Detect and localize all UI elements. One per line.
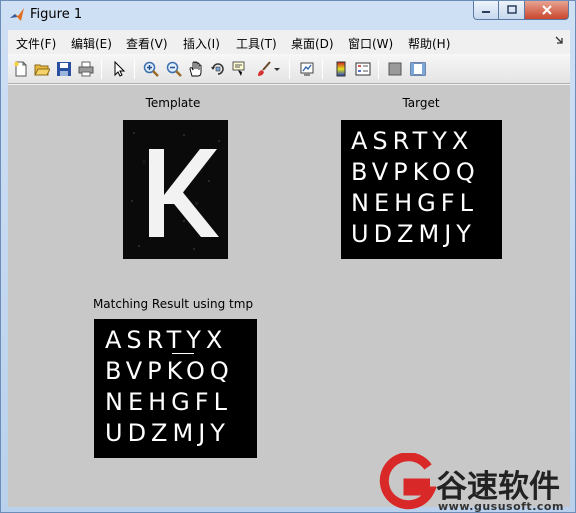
watermark-url: www.gususoft.com xyxy=(438,500,564,513)
menu-bar: 文件(F) 编辑(E) 查看(V) 插入(I) 工具(T) 桌面(D) 窗口(W… xyxy=(8,30,570,54)
template-title: Template xyxy=(145,96,201,110)
open-file-icon[interactable] xyxy=(32,59,52,79)
print-icon[interactable] xyxy=(76,59,96,79)
gususoft-logo-icon xyxy=(378,452,438,511)
pointer-icon[interactable] xyxy=(109,59,129,79)
result-letter-grid: ASRTYX BVPKOQ NEHGFL UDZMJY xyxy=(105,325,234,449)
pan-hand-icon[interactable] xyxy=(186,59,206,79)
menu-help[interactable]: 帮助(H) xyxy=(408,35,450,52)
menu-window[interactable]: 窗口(W) xyxy=(348,35,393,52)
window-title: Figure 1 xyxy=(30,7,83,22)
match-marker xyxy=(172,353,194,354)
target-row: BVPKOQ xyxy=(351,158,480,186)
menu-file[interactable]: 文件(F) xyxy=(16,35,56,52)
dock-arrow-icon[interactable] xyxy=(554,34,564,48)
template-letter-k xyxy=(123,120,228,259)
client-area: 文件(F) 编辑(E) 查看(V) 插入(I) 工具(T) 桌面(D) 窗口(W… xyxy=(8,30,570,507)
result-row: NEHGFL xyxy=(105,388,232,416)
target-title: Target xyxy=(402,96,440,110)
menu-desktop[interactable]: 桌面(D) xyxy=(291,35,334,52)
figure-canvas: Template Target ASRTYX BVPKOQ NEHGFL UDZ… xyxy=(8,85,570,507)
result-row: ASRTYX xyxy=(105,326,228,354)
legend-icon[interactable] xyxy=(353,59,373,79)
target-row: UDZMJY xyxy=(351,220,476,248)
watermark: 谷速软件 www.gususoft.com xyxy=(378,452,576,513)
target-row: NEHGFL xyxy=(351,189,478,217)
maximize-button[interactable] xyxy=(499,1,525,20)
save-icon[interactable] xyxy=(54,59,74,79)
minimize-button[interactable] xyxy=(473,1,499,20)
result-title: Matching Result using tmp xyxy=(92,297,254,311)
menu-insert[interactable]: 插入(I) xyxy=(183,35,220,52)
target-letter-grid: ASRTYX BVPKOQ NEHGFL UDZMJY xyxy=(351,126,480,250)
result-image: ASRTYX BVPKOQ NEHGFL UDZMJY xyxy=(94,319,257,458)
toolbar-separator xyxy=(322,59,323,79)
result-row: UDZMJY xyxy=(105,419,230,447)
template-image xyxy=(123,120,228,259)
menu-tools[interactable]: 工具(T) xyxy=(236,35,277,52)
figure-window: Figure 1 文件(F) 编辑(E) 查看(V) 插入(I) 工具(T) 桌… xyxy=(0,0,576,513)
menu-view[interactable]: 查看(V) xyxy=(126,35,168,52)
target-row: ASRTYX xyxy=(351,127,474,155)
menu-edit[interactable]: 编辑(E) xyxy=(71,35,112,52)
close-button[interactable] xyxy=(525,1,569,20)
title-bar[interactable]: Figure 1 xyxy=(1,1,575,29)
matlab-logo-icon xyxy=(9,7,25,23)
show-plot-tools-icon[interactable] xyxy=(408,59,428,79)
zoom-in-icon[interactable] xyxy=(141,59,161,79)
figure-toolbar xyxy=(8,54,570,84)
brush-icon[interactable] xyxy=(254,59,274,79)
toolbar-separator xyxy=(289,59,290,79)
hide-plot-tools-icon[interactable] xyxy=(385,59,405,79)
target-image: ASRTYX BVPKOQ NEHGFL UDZMJY xyxy=(341,120,502,259)
zoom-out-icon[interactable] xyxy=(164,59,184,79)
data-cursor-icon[interactable] xyxy=(230,59,250,79)
toolbar-separator xyxy=(378,59,379,79)
result-row: BVPKOQ xyxy=(105,357,234,385)
chevron-down-icon[interactable] xyxy=(272,59,282,79)
new-figure-icon[interactable] xyxy=(11,59,31,79)
toolbar-separator xyxy=(134,59,135,79)
rotate-3d-icon[interactable] xyxy=(208,59,228,79)
link-plot-icon[interactable] xyxy=(297,59,317,79)
colorbar-icon[interactable] xyxy=(331,59,351,79)
toolbar-separator xyxy=(101,59,102,79)
